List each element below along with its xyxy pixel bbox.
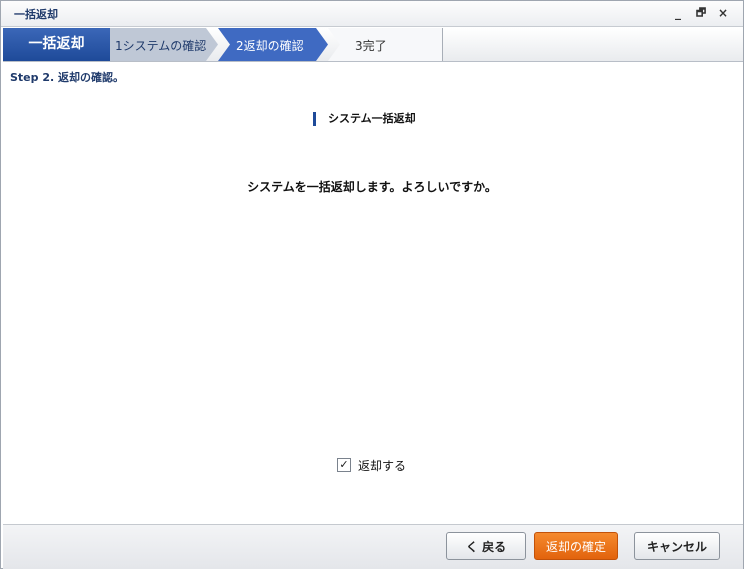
- step-heading: Step 2. 返却の確認。: [10, 71, 125, 84]
- return-checkbox[interactable]: ✓: [337, 458, 351, 472]
- window-title: 一括返却: [14, 8, 58, 21]
- step-divider: [442, 28, 443, 61]
- button-bar: く 戻る 返却の確定 キャンセル: [3, 524, 743, 569]
- minimize-icon[interactable]: _: [671, 6, 685, 20]
- step-1-label: 1システムの確認: [115, 39, 207, 53]
- restore-icon[interactable]: 🗗: [694, 6, 708, 20]
- step-progress-bar: 一括返却 1システムの確認 2返却の確認 3完了: [3, 28, 743, 62]
- confirm-message: システムを一括返却します。よろしいですか。: [247, 180, 497, 194]
- cancel-button[interactable]: キャンセル: [634, 532, 720, 560]
- wizard-name: 一括返却: [3, 28, 110, 61]
- section-title: システム一括返却: [313, 112, 416, 126]
- confirm-return-button[interactable]: 返却の確定: [534, 532, 618, 560]
- close-icon[interactable]: ×: [716, 6, 730, 20]
- dialog-window: 一括返却 _ 🗗 × 一括返却 1システムの確認 2返却の確認 3完了 Step…: [0, 0, 744, 569]
- step-2-label: 2返却の確認: [236, 39, 304, 53]
- back-button[interactable]: く 戻る: [446, 532, 526, 560]
- step-3-label: 3完了: [355, 39, 387, 53]
- title-bar: 一括返却 _ 🗗 ×: [1, 1, 743, 27]
- return-checkbox-label[interactable]: 返却する: [358, 457, 406, 474]
